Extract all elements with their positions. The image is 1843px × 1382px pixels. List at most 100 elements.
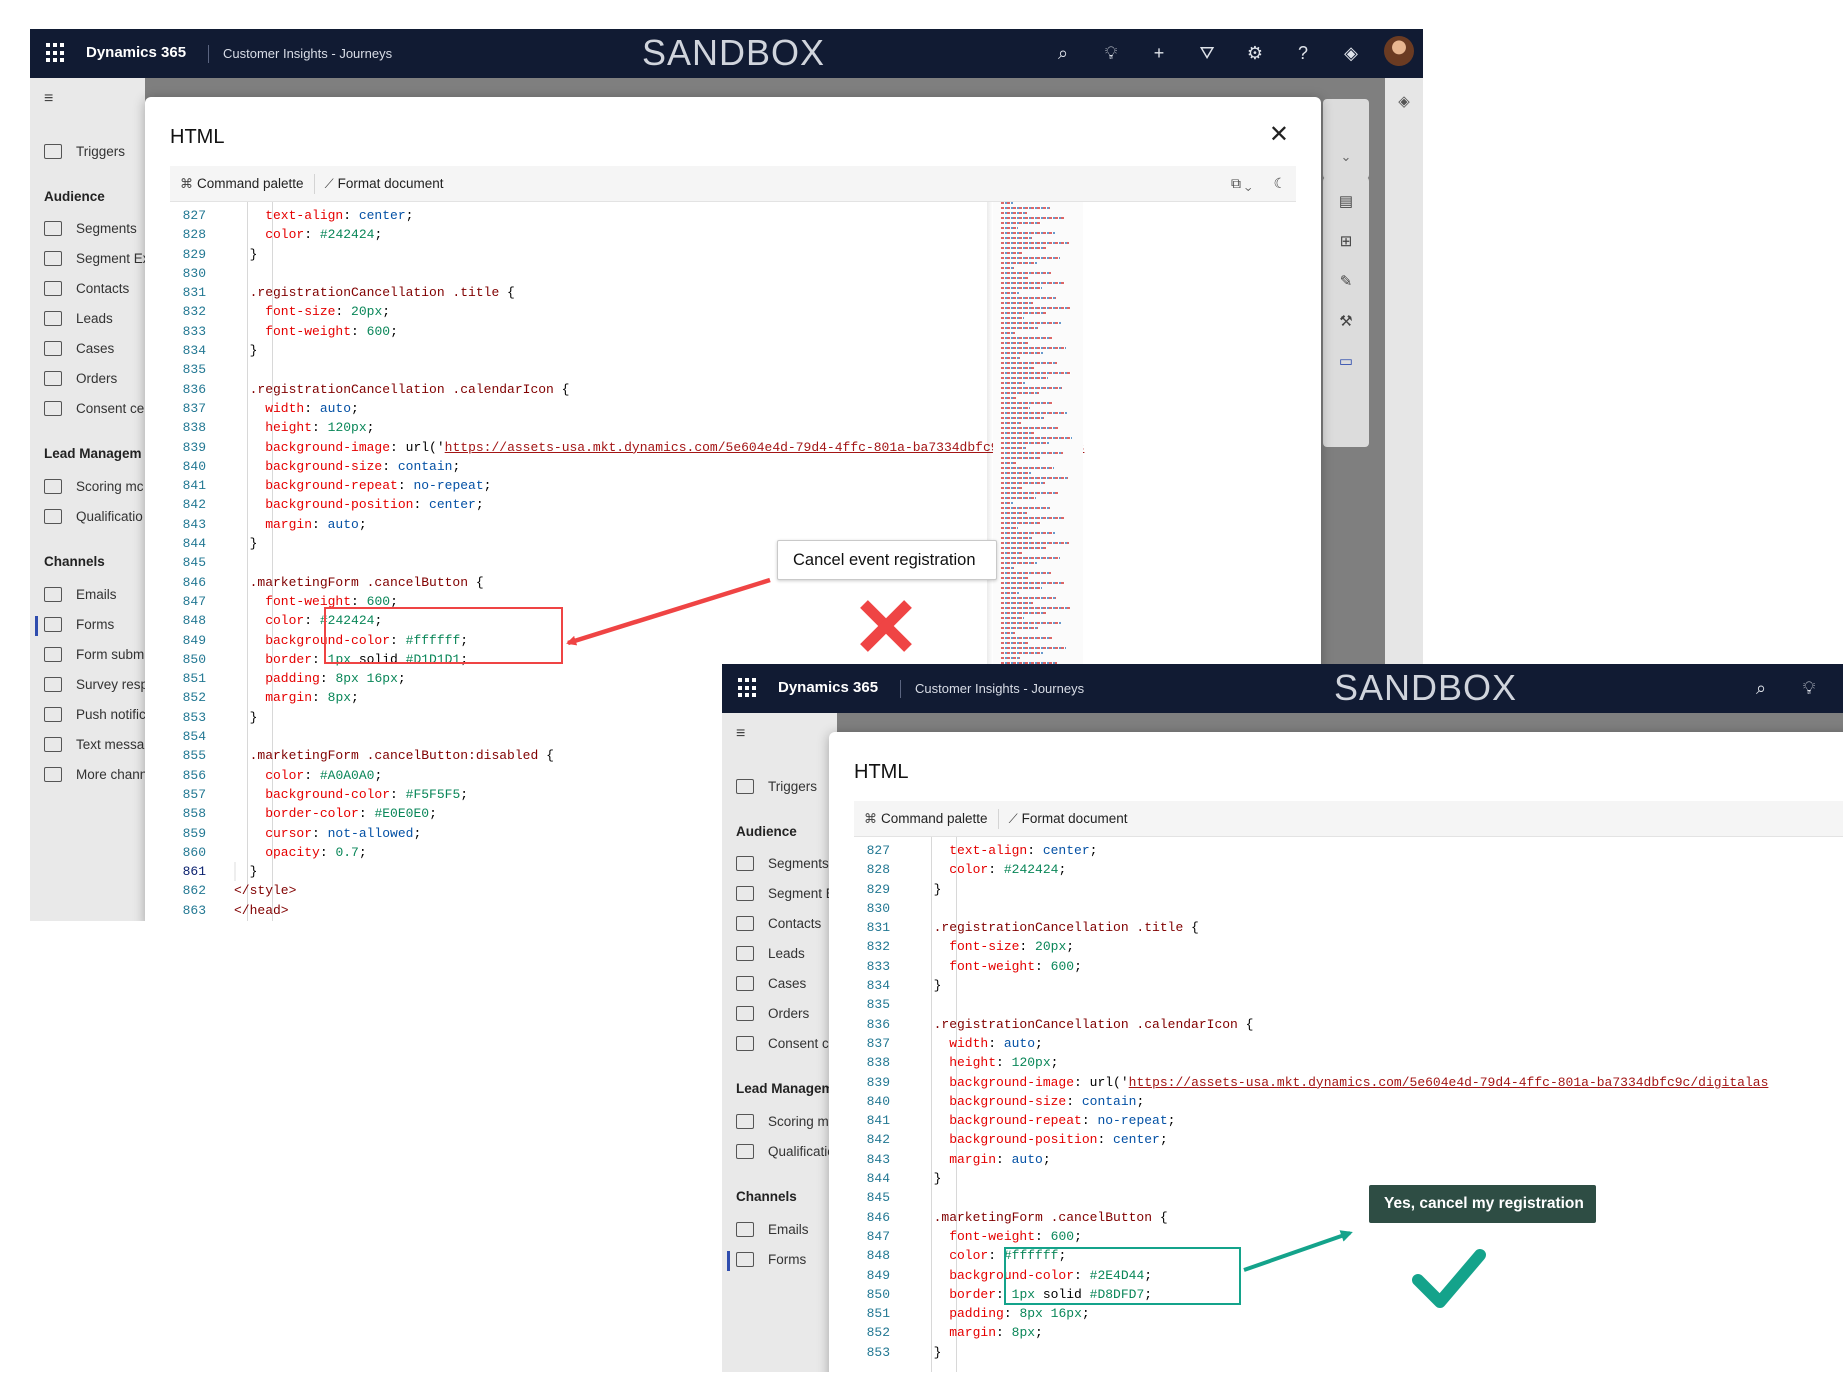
minimap-line	[1001, 607, 1070, 609]
sidebar-item-forms[interactable]: Forms	[736, 1252, 806, 1267]
minimap-line	[1001, 442, 1049, 444]
line-number: 849	[866, 1267, 890, 1283]
sidebar-item-leads[interactable]: Leads	[736, 946, 805, 961]
sidebar-item-contacts[interactable]: Contacts	[44, 281, 129, 296]
sidebar-item-emails[interactable]: Emails	[44, 587, 117, 602]
minimap-line	[1001, 317, 1024, 319]
minimap-line	[1001, 387, 1062, 389]
minimap-line	[1001, 347, 1066, 349]
sidebar-item-qualification[interactable]: Qualificatio	[736, 1144, 835, 1159]
search-icon[interactable]: ⌕	[1737, 678, 1785, 699]
code-text: font-weight: 600;	[918, 958, 1082, 974]
sidebar-item-consent[interactable]: Consent ce	[44, 401, 144, 416]
search-icon[interactable]: ⌕	[1039, 43, 1087, 64]
toolbar-right: ⧉ ⌄ ☾	[1231, 175, 1296, 192]
filter-icon[interactable]: ⛛	[1183, 43, 1231, 64]
command-palette-button[interactable]: ⌘ Command palette	[854, 801, 998, 836]
minimap-line	[1001, 232, 1055, 234]
survey-icon	[44, 677, 62, 692]
sidebar-item-qualification[interactable]: Qualificatio	[44, 509, 143, 524]
sidebar-item-more-channels[interactable]: More chann	[44, 767, 147, 782]
code-text: </head>	[234, 902, 289, 918]
add-section-icon[interactable]: ⊞	[1323, 232, 1369, 272]
minimap-line	[1001, 207, 1050, 209]
layout-icon[interactable]: ▤	[1323, 192, 1369, 232]
avatar-wrap[interactable]	[1375, 36, 1423, 71]
app-area-name[interactable]: Customer Insights - Journeys	[915, 681, 1084, 696]
sidebar-item-cases[interactable]: Cases	[736, 976, 806, 991]
lightbulb-icon[interactable]: 💡︎	[1785, 678, 1833, 699]
help-icon[interactable]: ?	[1279, 43, 1327, 64]
code-text: margin: auto;	[918, 1151, 1051, 1167]
code-editor[interactable]: 827 text-align: center; 828 color: #24242…	[854, 837, 1843, 1372]
avatar[interactable]	[1384, 36, 1414, 66]
theme-icon[interactable]: ☾	[1273, 175, 1286, 192]
minimap-line	[1001, 287, 1042, 289]
line-number: 856	[182, 767, 206, 783]
sidebar-item-emails[interactable]: Emails	[736, 1222, 809, 1237]
line-number: 854	[182, 729, 206, 745]
button-label: Format document	[1021, 811, 1128, 826]
code-text: background-color: #F5F5F5;	[234, 786, 469, 802]
sidebar-item-contacts[interactable]: Contacts	[736, 916, 821, 931]
code-text: opacity: 0.7;	[234, 844, 367, 860]
minimap[interactable]	[993, 202, 1083, 697]
line-number: 835	[866, 997, 890, 1013]
sidebar-item-triggers[interactable]: Triggers	[44, 144, 125, 159]
copilot-icon[interactable]: ◈	[1327, 43, 1375, 64]
sidebar-item-orders[interactable]: Orders	[44, 371, 117, 386]
sidebar-item-orders[interactable]: Orders	[736, 1006, 809, 1021]
chevron-down-icon[interactable]: ⌄	[1341, 149, 1352, 164]
tools-icon[interactable]: ⚒	[1323, 312, 1369, 352]
sidebar-item-form-submissions[interactable]: Form subm	[44, 647, 144, 662]
highlight-box-after	[1004, 1247, 1241, 1305]
line-number: 857	[182, 786, 206, 802]
command-palette-button[interactable]: ⌘ Command palette	[170, 166, 314, 201]
sidebar-item-scoring[interactable]: Scoring mc	[736, 1114, 836, 1129]
lightbulb-icon[interactable]: 💡︎	[1087, 43, 1135, 64]
sidebar-item-survey-responses[interactable]: Survey resp	[44, 677, 148, 692]
line-number: 846	[182, 574, 206, 590]
format-document-button[interactable]: ⟋ Format document	[999, 801, 1138, 836]
sidebar-item-push-notifications[interactable]: Push notific	[44, 707, 146, 722]
plus-icon[interactable]: +	[1135, 43, 1183, 64]
sidebar-section-audience: Audience	[736, 824, 797, 839]
sidebar-item-consent[interactable]: Consent ce	[736, 1036, 836, 1051]
line-number: 831	[182, 285, 206, 301]
close-icon[interactable]: ✕	[1269, 123, 1289, 147]
code-text: padding: 8px 16px;	[234, 671, 406, 687]
app-launcher-icon[interactable]	[738, 678, 758, 698]
minimap-line	[1001, 487, 1022, 489]
sidebar-section-lead-management: Lead Managem	[736, 1081, 834, 1096]
code-text: background-repeat: no-repeat;	[918, 1113, 1176, 1129]
sidebar-item-segments[interactable]: Segments	[736, 856, 829, 871]
minimap-line	[1001, 352, 1043, 354]
copilot-icon[interactable]: ◈	[1398, 93, 1410, 110]
top-bar: Dynamics 365 Customer Insights - Journey…	[30, 29, 1423, 78]
format-document-button[interactable]: ⟋ Format document	[315, 166, 454, 201]
hamburger-icon[interactable]: ≡	[736, 725, 745, 743]
divider	[208, 45, 209, 63]
hamburger-icon[interactable]: ≡	[44, 90, 53, 108]
line-number: 859	[182, 825, 206, 841]
sidebar-item-scoring[interactable]: Scoring mc	[44, 479, 144, 494]
sidebar-item-segment-export[interactable]: Segment Ex	[44, 251, 150, 266]
suite-name[interactable]: Dynamics 365	[778, 679, 878, 696]
app-launcher-icon[interactable]	[46, 43, 66, 63]
sidebar-item-segments[interactable]: Segments	[44, 221, 137, 236]
suite-name[interactable]: Dynamics 365	[86, 44, 186, 61]
app-area-name[interactable]: Customer Insights - Journeys	[223, 46, 392, 61]
sidebar-item-label: Emails	[768, 1222, 809, 1237]
code-text: background-position: center;	[918, 1132, 1168, 1148]
html-view-icon[interactable]: ▭	[1323, 352, 1369, 392]
popout-icon[interactable]: ⧉ ⌄	[1231, 175, 1252, 192]
sidebar-item-triggers[interactable]: Triggers	[736, 779, 817, 794]
sidebar-item-cases[interactable]: Cases	[44, 341, 114, 356]
sidebar-item-leads[interactable]: Leads	[44, 311, 113, 326]
code-text: </style>	[234, 883, 297, 899]
sidebar-item-forms[interactable]: Forms	[44, 617, 114, 632]
sidebar-item-segment-export[interactable]: Segment Ex	[736, 886, 842, 901]
sidebar-item-text-messages[interactable]: Text messa	[44, 737, 144, 752]
brush-icon[interactable]: ✎	[1323, 272, 1369, 312]
gear-icon[interactable]: ⚙	[1231, 43, 1279, 64]
